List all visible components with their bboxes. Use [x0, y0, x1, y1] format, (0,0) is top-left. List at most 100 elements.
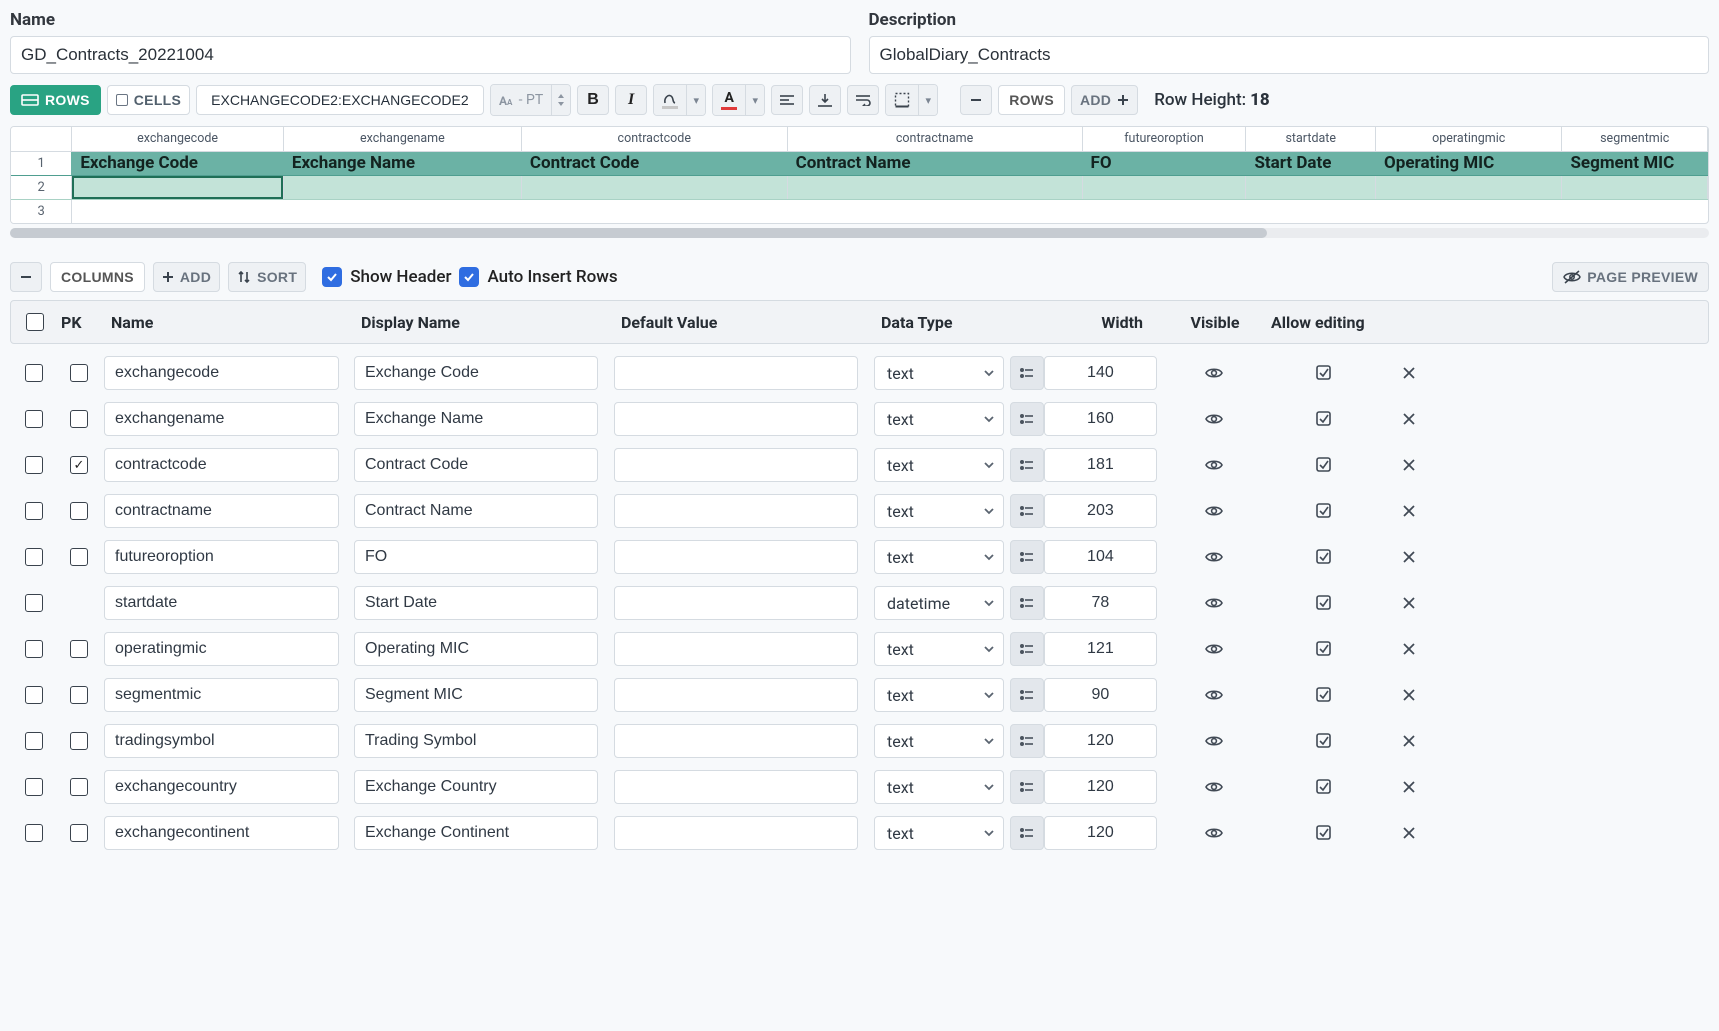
pk-checkbox[interactable] [70, 548, 88, 566]
column-data-type-select[interactable]: text [874, 402, 1004, 436]
column-default-value-input[interactable] [614, 724, 858, 758]
column-type-options-button[interactable] [1010, 586, 1044, 620]
column-data-type-select[interactable]: text [874, 678, 1004, 712]
row-select-checkbox[interactable] [25, 824, 43, 842]
column-remove-button[interactable] [1401, 779, 1417, 795]
align-bottom-button[interactable] [809, 85, 841, 115]
column-display-name-input[interactable] [354, 540, 598, 574]
column-type-options-button[interactable] [1010, 678, 1044, 712]
sheet-column-header[interactable]: contractcode [521, 127, 787, 151]
name-input[interactable] [10, 36, 851, 74]
borders-dropdown[interactable] [919, 85, 937, 115]
column-remove-button[interactable] [1401, 641, 1417, 657]
mode-rows-button[interactable]: ROWS [10, 85, 101, 115]
pk-checkbox[interactable] [70, 456, 88, 474]
column-display-name-input[interactable] [354, 816, 598, 850]
column-type-options-button[interactable] [1010, 356, 1044, 390]
column-width-input[interactable] [1044, 540, 1157, 574]
column-width-input[interactable] [1044, 494, 1157, 528]
column-name-input[interactable] [104, 770, 339, 804]
header-cell[interactable]: Exchange Code [72, 151, 284, 175]
pk-checkbox[interactable] [70, 502, 88, 520]
column-remove-button[interactable] [1401, 503, 1417, 519]
rows-count-button[interactable]: ROWS [998, 85, 1065, 115]
column-allow-editing-toggle[interactable] [1315, 778, 1333, 796]
column-type-options-button[interactable] [1010, 632, 1044, 666]
column-visible-toggle[interactable] [1204, 641, 1224, 657]
fill-color-button[interactable] [654, 85, 687, 115]
column-allow-editing-toggle[interactable] [1315, 548, 1333, 566]
column-name-input[interactable] [104, 678, 339, 712]
column-name-input[interactable] [104, 356, 339, 390]
column-visible-toggle[interactable] [1204, 595, 1224, 611]
add-column-button[interactable]: ADD [153, 262, 220, 292]
pk-checkbox[interactable] [70, 640, 88, 658]
font-size-stepper[interactable] [552, 85, 570, 115]
sort-columns-button[interactable]: SORT [228, 262, 306, 292]
column-default-value-input[interactable] [614, 494, 858, 528]
sheet-column-header[interactable]: exchangecode [72, 127, 284, 151]
column-name-input[interactable] [104, 448, 339, 482]
column-visible-toggle[interactable] [1204, 825, 1224, 841]
column-allow-editing-toggle[interactable] [1315, 364, 1333, 382]
header-cell[interactable]: Segment MIC [1562, 151, 1708, 175]
column-name-input[interactable] [104, 632, 339, 666]
column-allow-editing-toggle[interactable] [1315, 686, 1333, 704]
column-width-input[interactable] [1044, 678, 1157, 712]
column-visible-toggle[interactable] [1204, 503, 1224, 519]
text-color-button[interactable]: A [713, 85, 746, 115]
column-name-input[interactable] [104, 494, 339, 528]
column-default-value-input[interactable] [614, 632, 858, 666]
cell-reference-display[interactable]: EXCHANGECODE2:EXCHANGECODE2 [196, 85, 484, 115]
column-remove-button[interactable] [1401, 457, 1417, 473]
column-type-options-button[interactable] [1010, 402, 1044, 436]
column-default-value-input[interactable] [614, 678, 858, 712]
pk-checkbox[interactable] [70, 364, 88, 382]
column-width-input[interactable] [1044, 402, 1157, 436]
font-size-button[interactable]: AA - PT [491, 85, 553, 115]
column-default-value-input[interactable] [614, 356, 858, 390]
grid-cell[interactable] [1246, 175, 1376, 199]
header-cell[interactable]: Contract Name [787, 151, 1082, 175]
row-number[interactable]: 1 [11, 151, 72, 175]
auto-insert-rows-toggle[interactable]: Auto Insert Rows [459, 267, 617, 287]
column-allow-editing-toggle[interactable] [1315, 410, 1333, 428]
sheet-column-header[interactable]: startdate [1246, 127, 1376, 151]
column-name-input[interactable] [104, 586, 339, 620]
column-remove-button[interactable] [1401, 595, 1417, 611]
pk-checkbox[interactable] [70, 824, 88, 842]
header-cell[interactable]: FO [1082, 151, 1246, 175]
pk-checkbox[interactable] [70, 686, 88, 704]
grid-cell[interactable] [1082, 199, 1246, 223]
sheet-column-header[interactable]: exchangename [283, 127, 521, 151]
pk-checkbox[interactable] [70, 778, 88, 796]
column-display-name-input[interactable] [354, 678, 598, 712]
column-width-input[interactable] [1044, 724, 1157, 758]
column-type-options-button[interactable] [1010, 540, 1044, 574]
column-visible-toggle[interactable] [1204, 457, 1224, 473]
column-data-type-select[interactable]: text [874, 724, 1004, 758]
column-display-name-input[interactable] [354, 356, 598, 390]
column-default-value-input[interactable] [614, 448, 858, 482]
column-default-value-input[interactable] [614, 770, 858, 804]
header-cell[interactable]: Exchange Name [283, 151, 521, 175]
grid-cell[interactable] [283, 175, 521, 199]
column-data-type-select[interactable]: text [874, 448, 1004, 482]
description-input[interactable] [869, 36, 1710, 74]
grid-cell[interactable] [787, 199, 1082, 223]
column-data-type-select[interactable]: text [874, 494, 1004, 528]
column-data-type-select[interactable]: text [874, 540, 1004, 574]
italic-button[interactable]: I [615, 85, 647, 115]
column-remove-button[interactable] [1401, 549, 1417, 565]
grid-cell[interactable] [72, 199, 284, 223]
pk-checkbox[interactable] [70, 732, 88, 750]
grid-cell[interactable] [521, 199, 787, 223]
text-wrap-button[interactable] [847, 85, 879, 115]
column-name-input[interactable] [104, 816, 339, 850]
pk-checkbox[interactable] [70, 410, 88, 428]
mode-cells-button[interactable]: CELLS [107, 85, 190, 115]
column-data-type-select[interactable]: text [874, 356, 1004, 390]
column-visible-toggle[interactable] [1204, 411, 1224, 427]
select-all-checkbox[interactable] [26, 313, 44, 331]
column-visible-toggle[interactable] [1204, 733, 1224, 749]
